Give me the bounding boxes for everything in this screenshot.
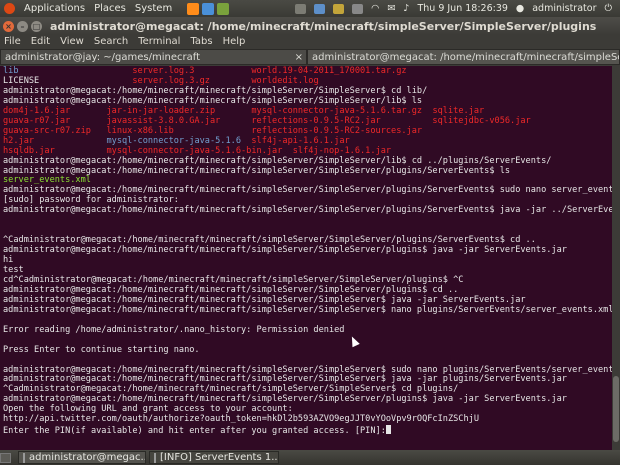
terminal-text: server_events.xml [3,175,91,186]
tab-label: administrator@jay: ~/games/minecraft [5,52,200,63]
terminal-cursor [385,425,391,435]
mail-icon[interactable]: ✉ [387,3,395,14]
terminal-text: dom4j-1.6.jar jar-in-jar-loader.zip [3,105,252,116]
terminal-text: administrator@megacat:/home/minecraft/mi… [3,374,567,385]
keyboard-icon[interactable] [352,3,364,14]
terminal-icon [23,452,25,463]
top-panel: Applications Places System ◠ ✉ ♪ Thu 9 J… [0,0,620,17]
scrollbar-thumb[interactable] [613,376,619,442]
terminal-text: hi [3,255,14,266]
terminal-text: hsqldb.jar mysql-connector-java-5.1.6-bi… [3,145,392,156]
menu-terminal[interactable]: Terminal [138,36,180,47]
terminal-text: h2.jar [3,135,107,146]
tab-megacat[interactable]: administrator@megacat: /home/minecraft/m… [307,49,620,65]
terminal-text: administrator@megacat:/home/minecraft/mi… [3,205,612,216]
applications-menu[interactable]: Applications [24,3,85,14]
update-icon[interactable] [333,3,345,14]
terminal-text: slf4j-api-1.6.1.jar [241,135,350,146]
window-title: administrator@megacat: /home/minecraft/m… [50,19,597,33]
terminal-scrollbar[interactable] [612,66,620,450]
taskbar-serverevents-window[interactable]: [INFO] ServerEvents 1.... [149,451,279,464]
terminal-text: server.log.3.gz worldedit.log [132,75,319,86]
taskbar-item-label: [INFO] ServerEvents 1.... [160,452,279,463]
clock[interactable]: Thu 9 Jun 18:26:39 [417,3,507,14]
maximize-icon[interactable]: □ [31,20,42,32]
terminal-text: administrator@megacat:/home/minecraft/mi… [3,85,428,96]
terminal-text: administrator@megacat:/home/minecraft/mi… [3,165,511,176]
terminal-text: mysql-connector-java-5.1.6 [106,135,242,146]
terminal-text: http://api.twitter.com/oauth/authorize?o… [3,414,479,425]
user-menu[interactable]: administrator [532,3,596,14]
ubuntu-logo-icon[interactable] [4,3,15,14]
terminal-text: ^Cadministrator@megacat:/home/minecraft/… [3,235,536,246]
terminal-output[interactable]: lib server.log.3 world.19-04-2011_170001… [0,66,612,450]
terminal-text: Error reading /home/administrator/.nano_… [3,324,345,335]
trash-icon[interactable] [605,453,616,463]
menu-help[interactable]: Help [223,36,246,47]
tab-jay[interactable]: administrator@jay: ~/games/minecraft × [0,49,307,65]
panel-menus: Applications Places System [0,3,181,14]
terminal-line: Error reading /home/administrator/.nano_… [3,324,345,336]
help-icon[interactable] [217,2,230,15]
places-menu[interactable]: Places [94,3,126,14]
window-titlebar[interactable]: × – □ administrator@megacat: /home/minec… [0,17,620,35]
terminal-text: Press Enter to continue starting nano. [3,344,200,355]
menu-file[interactable]: File [4,36,21,47]
taskbar-terminal-window[interactable]: administrator@megac... [18,451,146,464]
network-icon[interactable]: ◠ [371,3,379,14]
show-desktop-icon[interactable] [0,452,11,463]
terminal-line: administrator@megacat:/home/minecraft/mi… [3,205,612,216]
terminal-tabs: administrator@jay: ~/games/minecraft × a… [0,48,620,66]
menubar: File Edit View Search Terminal Tabs Help [0,35,620,48]
terminal-text: [sudo] password for administrator: [3,195,179,206]
terminal-text: ^Cadministrator@megacat:/home/minecraft/… [3,384,459,395]
menu-search[interactable]: Search [94,36,128,47]
bottom-taskbar: administrator@megac... [INFO] ServerEven… [0,450,620,465]
terminal-text: administrator@megacat:/home/minecraft/mi… [3,245,567,256]
terminal-text: administrator@megacat:/home/minecraft/mi… [3,284,459,295]
terminal-text: administrator@megacat:/home/minecraft/mi… [3,95,423,106]
java-window-icon [154,452,156,463]
terminal-text: administrator@megacat:/home/minecraft/mi… [3,364,612,375]
menu-edit[interactable]: Edit [31,36,50,47]
terminal-line: administrator@megacat:/home/minecraft/mi… [3,245,567,256]
terminal-text: Open the following URL and grant access … [3,404,293,415]
terminal-text: sqlite.jar [422,105,485,116]
system-tray: ◠ ✉ ♪ Thu 9 Jun 18:26:39 ● administrator… [291,3,620,14]
dropbox-icon[interactable] [314,3,326,14]
terminal-text: cd^Cadministrator@megacat:/home/minecraf… [3,274,464,285]
terminal-text: administrator@megacat:/home/minecraft/mi… [3,294,526,305]
terminal-text: administrator@megacat:/home/minecraft/mi… [3,304,612,315]
system-menu[interactable]: System [135,3,172,14]
terminal-text: test [3,265,24,275]
volume-icon[interactable]: ♪ [403,3,409,14]
terminal-text: administrator@megacat:/home/minecraft/mi… [3,394,567,405]
terminal-text: mysql-connector-java-5.1.6.tar.gz [251,105,423,116]
tab-label: administrator@megacat: /home/minecraft/m… [312,52,619,63]
minimize-icon[interactable]: – [17,20,28,32]
terminal-line: Press Enter to continue starting nano. [3,344,200,356]
terminal-line: http://api.twitter.com/oauth/authorize?o… [3,414,479,425]
terminal-text: administrator@megacat:/home/minecraft/mi… [3,185,612,196]
firefox-icon[interactable] [187,2,200,15]
terminal-text: Enter the PIN(if available) and hit ente… [3,426,386,437]
close-tab-icon[interactable]: × [295,50,303,64]
launcher-icons [187,2,232,15]
terminal-text: lib [3,66,19,76]
terminal-text: guava-r07.jar javassist-3.8.0.GA.jar ref… [3,115,531,126]
user-icon: ● [515,3,525,14]
terminal-line: Enter the PIN(if available) and hit ente… [3,425,391,437]
menu-tabs[interactable]: Tabs [190,36,212,47]
power-icon[interactable]: ⏻ [604,3,612,14]
app-indicator-icon[interactable] [295,3,307,14]
terminal-text: guava-src-r07.zip linux-x86.lib reflecti… [3,125,423,136]
menu-view[interactable]: View [60,36,84,47]
taskbar-item-label: administrator@megac... [29,452,146,463]
terminal-line: administrator@megacat:/home/minecraft/mi… [3,304,612,316]
terminal-text: LICENSE [3,75,133,86]
terminal-text: server.log.3 world.19-04-2011_170001.tar… [18,66,407,76]
terminal-text: administrator@megacat:/home/minecraft/mi… [3,155,552,166]
thunderbird-icon[interactable] [202,2,215,15]
close-icon[interactable]: × [3,20,14,32]
